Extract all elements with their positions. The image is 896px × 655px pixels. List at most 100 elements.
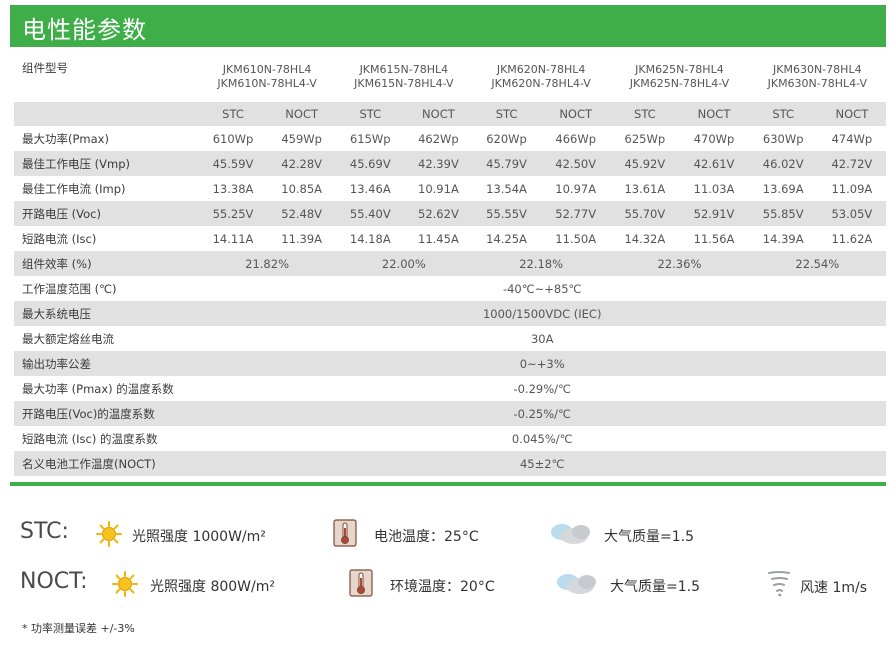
stc-title: STC: [20, 519, 69, 544]
sun-icon [96, 521, 122, 547]
value-cell: 14.18A [349, 231, 391, 246]
value-cell: 11.03A [693, 181, 735, 196]
table-row: 开路电压(Voc)的温度系数 -0.25%/℃ [14, 401, 886, 426]
value-cell: 55.25V [198, 201, 268, 226]
model-line1: JKM620N-78HL4 [496, 63, 586, 76]
model-name: JKM610N-78HL4 JKM610N-78HL4-V [198, 52, 335, 102]
value-cell: 53.05V [817, 201, 886, 226]
value-cell: 0.045%/℃ [511, 431, 573, 446]
value-cell: 22.54% [748, 251, 886, 276]
value-cell: 10.91A [418, 181, 459, 196]
value-cell: 610Wp [212, 131, 254, 146]
model-line1: JKM630N-78HL4 [773, 63, 862, 76]
value-cell: 42.72V [817, 151, 886, 176]
value-cell: 11.45A [418, 231, 459, 246]
value-cell: 22.36% [610, 251, 749, 276]
row-label: 名义电池工作温度(NOCT) [14, 451, 199, 476]
row-label: 短路电流 (Isc) 的温度系数 [22, 431, 158, 446]
value-cell: 625Wp [624, 131, 666, 146]
value-cell: 52.77V [541, 201, 611, 226]
thermometer-icon [349, 569, 373, 597]
noct-header: NOCT [267, 102, 336, 126]
value-cell: 55.40V [335, 201, 405, 226]
stc-cell-temp: 电池温度：25°C [374, 529, 479, 545]
value-cell: 13.69A [762, 181, 804, 196]
value-cell: 45.79V [471, 151, 542, 176]
value-cell: 55.55V [471, 201, 542, 226]
value-cell: 42.39V [404, 151, 472, 176]
row-label: 开路电压(Voc)的温度系数 [14, 401, 199, 426]
value-cell: 42.50V [541, 151, 611, 176]
table-row: 最佳工作电压 (Vmp) 45.59V 42.28V 45.69V 42.39V 45.7… [14, 151, 886, 176]
stc-irradiance: 光照强度 1000W/m² [132, 529, 266, 545]
value-cell: 14.25A [486, 231, 527, 246]
value-cell: 52.48V [267, 201, 336, 226]
table-row: 输出功率公差 0~+3% [14, 351, 886, 376]
value-cell: 45.59V [198, 151, 268, 176]
table-row: 工作温度范围 (℃) -40℃~+85℃ [14, 276, 886, 301]
value-cell: 55.85V [748, 201, 818, 226]
noct-header: NOCT [679, 102, 749, 126]
value-cell: 13.46A [349, 181, 391, 196]
table-row: 组件效率 (%) 21.82% 22.00% 22.18% 22.36% 22.54% [14, 251, 886, 276]
row-label: 工作温度范围 (℃) [22, 281, 117, 296]
value-cell: 30A [530, 331, 554, 346]
model-line2: JKM610N-78HL4-V [217, 77, 317, 90]
model-name: JKM630N-78HL4 JKM630N-78HL4-V [749, 52, 886, 102]
value-cell: 470Wp [693, 131, 735, 146]
value-cell: 630Wp [762, 131, 804, 146]
row-label: 短路电流 (Isc) [22, 231, 97, 246]
stc-header: STC [335, 102, 405, 126]
model-name: JKM620N-78HL4 JKM620N-78HL4-V [472, 52, 610, 102]
noct-wind: 风速 1m/s [800, 580, 868, 596]
section-divider [10, 482, 886, 486]
wind-icon [768, 571, 790, 597]
value-cell: 462Wp [418, 131, 459, 146]
noct-header: NOCT [404, 102, 472, 126]
value-cell: 1000/1500VDC (IEC) [198, 301, 886, 326]
section-title: 电性能参数 [22, 16, 147, 44]
table-row: 名义电池工作温度(NOCT) 45±2℃ [14, 451, 886, 476]
value-cell: 466Wp [555, 131, 596, 146]
row-label: 组件型号 [22, 61, 68, 75]
value-cell: 21.82% [198, 251, 336, 276]
model-line2: JKM620N-78HL4-V [491, 77, 591, 90]
table-row: 最大系统电压 1000/1500VDC (IEC) [14, 301, 886, 326]
value-cell: 42.61V [679, 151, 749, 176]
row-label: 最大系统电压 [14, 301, 199, 326]
table-row: 开路电压 (Voc) 55.25V 52.48V 55.40V 52.62V 55.55V… [14, 201, 886, 226]
value-cell: 459Wp [281, 131, 322, 146]
value-cell: 55.70V [610, 201, 680, 226]
value-cell: 11.62A [831, 231, 873, 246]
stc-header: STC [748, 102, 818, 126]
value-cell: 0~+3% [198, 351, 886, 376]
row-label: 输出功率公差 [14, 351, 199, 376]
value-cell: 45±2℃ [198, 451, 886, 476]
noct-header: NOCT [817, 102, 886, 126]
row-label [14, 102, 199, 126]
value-cell: 13.54A [486, 181, 527, 196]
row-label: 组件效率 (%) [14, 251, 199, 276]
value-cell: -40℃~+85℃ [502, 281, 582, 296]
value-cell: -0.29%/℃ [513, 381, 571, 396]
cloud-icon [551, 524, 590, 544]
value-cell: 11.09A [831, 181, 873, 196]
table-row: STC NOCT STC NOCT STC NOCT STC NOCT STC NOCT [14, 102, 886, 126]
value-cell: 14.39A [762, 231, 804, 246]
sun-icon [112, 571, 138, 597]
row-label: 最佳工作电压 (Vmp) [14, 151, 199, 176]
value-cell: 474Wp [831, 131, 873, 146]
electrical-spec-table: 组件型号 JKM610N-78HL4 JKM610N-78HL4-V JKM615N-… [14, 52, 886, 476]
value-cell: 13.38A [212, 181, 254, 196]
row-label: 最大额定熔丝电流 [22, 331, 114, 346]
value-cell: 11.39A [281, 231, 323, 246]
table-row: 组件型号 JKM610N-78HL4 JKM610N-78HL4-V JKM615N-… [14, 52, 886, 102]
section-header: 电性能参数 [10, 5, 886, 47]
thermometer-icon [333, 519, 357, 547]
value-cell: 615Wp [349, 131, 391, 146]
table-row: 短路电流 (Isc) 14.11A 11.39A 14.18A 11.45A 14.25A… [14, 226, 886, 251]
model-line1: JKM625N-78HL4 [635, 63, 724, 76]
value-cell: 52.62V [404, 201, 472, 226]
value-cell: 620Wp [486, 131, 527, 146]
stc-header: STC [198, 102, 268, 126]
